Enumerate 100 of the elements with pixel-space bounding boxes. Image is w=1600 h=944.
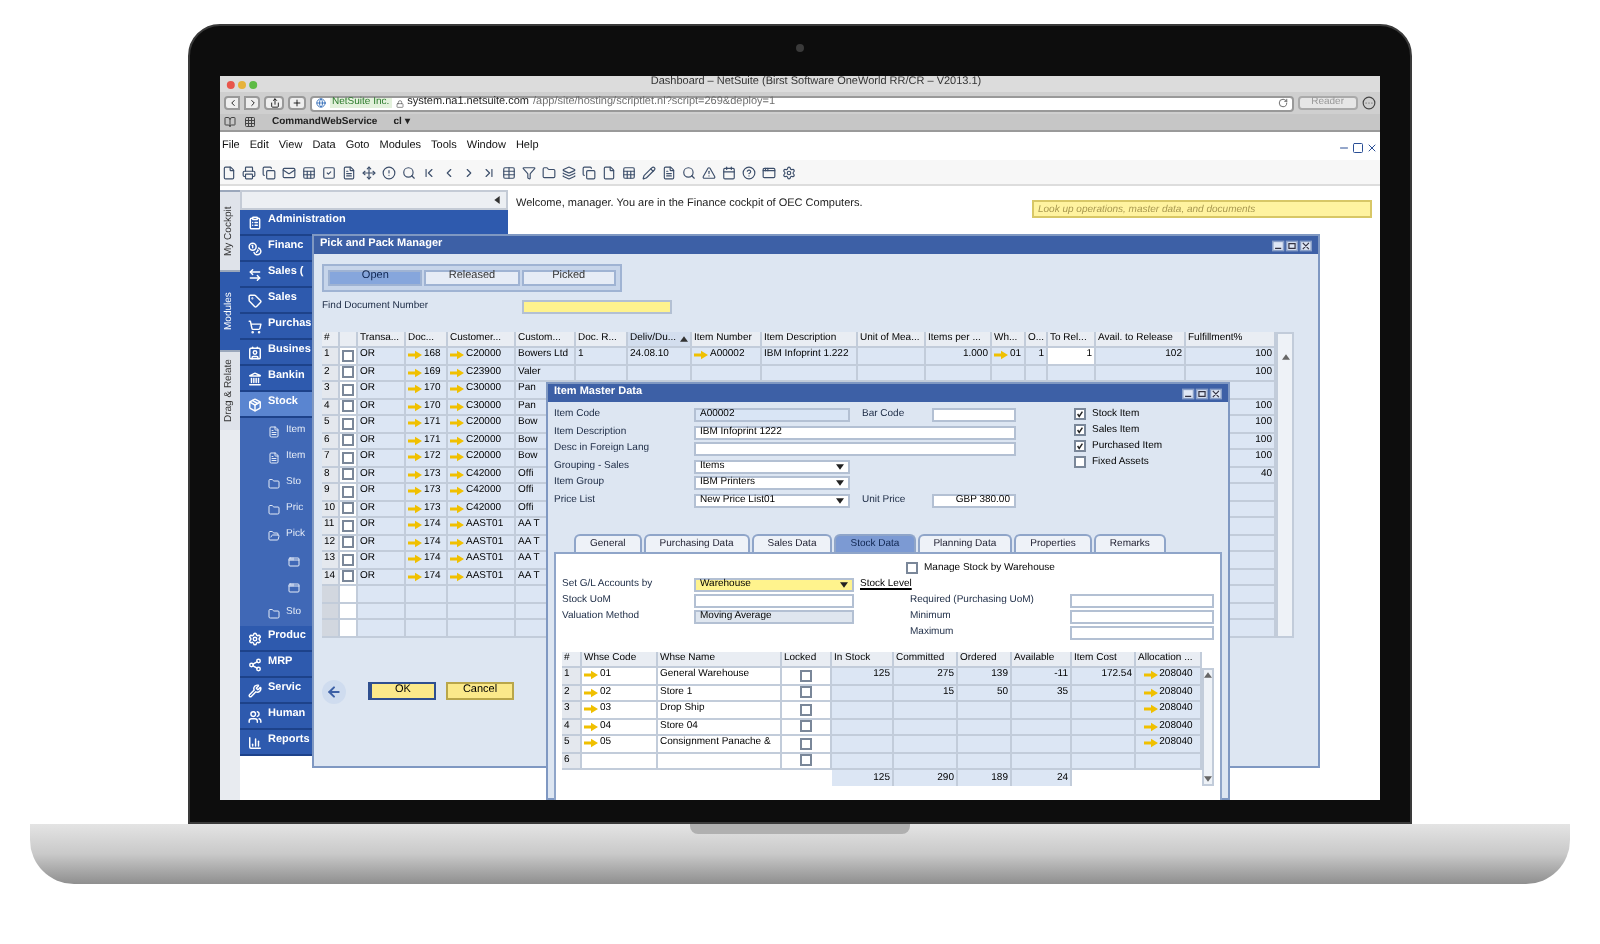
table-cell [406, 620, 448, 637]
search-icon[interactable] [682, 165, 696, 179]
copy-icon[interactable] [582, 165, 596, 179]
move-icon[interactable] [362, 165, 376, 179]
checkbox[interactable] [800, 737, 812, 750]
checkbox[interactable] [800, 669, 812, 682]
checkbox[interactable] [342, 434, 354, 447]
plus-icon [292, 98, 302, 108]
table-cell [858, 348, 926, 365]
checkbox[interactable] [1074, 456, 1086, 469]
new-tab-button[interactable] [288, 96, 306, 110]
folder-icon [268, 529, 280, 541]
forward-button[interactable] [244, 96, 260, 110]
checkbox[interactable] [342, 451, 354, 464]
printer-icon[interactable] [242, 165, 256, 179]
calendar-icon[interactable] [722, 165, 736, 179]
folder-icon[interactable] [542, 165, 556, 179]
spreadsheet-icon[interactable] [622, 165, 636, 179]
first-icon[interactable] [422, 165, 436, 179]
next-icon[interactable] [462, 165, 476, 179]
alert-icon[interactable] [382, 165, 396, 179]
book-icon[interactable] [224, 116, 236, 128]
bar-chart-icon [248, 735, 262, 749]
checkbox[interactable] [342, 536, 354, 549]
box-icon [248, 397, 262, 411]
window-icon [288, 555, 300, 567]
folder-icon [268, 503, 280, 515]
checkbox[interactable] [342, 502, 354, 515]
checkbox[interactable] [1074, 440, 1086, 453]
circle-icon[interactable] [1362, 96, 1376, 110]
caret-icon [840, 581, 848, 587]
bank-icon [248, 371, 262, 385]
cart-icon [248, 319, 262, 333]
clipboard-icon [248, 215, 262, 229]
table-cell [958, 736, 1012, 753]
scrollbar[interactable] [1276, 332, 1294, 637]
input-field[interactable] [1070, 609, 1214, 623]
input-field[interactable] [1070, 625, 1214, 639]
checkbox[interactable] [800, 754, 812, 767]
checkbox-icon[interactable] [322, 165, 336, 179]
maximize-icon[interactable] [1352, 142, 1364, 154]
scroll-down-icon[interactable] [1204, 776, 1212, 782]
table-cell [340, 620, 358, 637]
forward-icon [247, 98, 257, 108]
filter-icon[interactable] [522, 165, 536, 179]
checkbox[interactable] [1074, 408, 1086, 421]
window-controls-icon[interactable] [1182, 387, 1222, 399]
checkbox[interactable] [342, 519, 354, 532]
scroll-up-icon[interactable] [1281, 354, 1289, 360]
input-field[interactable] [694, 593, 854, 607]
pencil-icon[interactable] [642, 165, 656, 179]
caret-icon [836, 463, 844, 470]
page-icon[interactable] [662, 165, 676, 179]
last-icon[interactable] [482, 165, 496, 179]
checkbox[interactable] [800, 686, 812, 699]
document-icon[interactable] [222, 165, 236, 179]
checkbox[interactable] [800, 703, 812, 716]
settings-icon[interactable] [782, 165, 796, 179]
input-field[interactable] [694, 442, 1016, 457]
input-field[interactable] [932, 408, 1016, 423]
collapse-icon[interactable] [494, 196, 500, 204]
scroll-up-icon[interactable] [1204, 672, 1212, 678]
document-icon[interactable] [602, 165, 616, 179]
checkbox[interactable] [906, 562, 918, 574]
checkbox[interactable] [342, 417, 354, 430]
layers-icon[interactable] [562, 165, 576, 179]
copy-icon[interactable] [262, 165, 276, 179]
back-icon [227, 98, 237, 108]
back-button[interactable] [224, 96, 240, 110]
page-icon[interactable] [342, 165, 356, 179]
previous-icon[interactable] [442, 165, 456, 179]
input-field[interactable] [522, 299, 672, 313]
caret-icon [836, 497, 844, 504]
spreadsheet-icon[interactable] [302, 165, 316, 179]
table-cell [894, 736, 958, 753]
checkbox[interactable] [342, 349, 354, 362]
mail-icon[interactable] [282, 165, 296, 179]
tag-icon [248, 293, 262, 307]
checkbox[interactable] [342, 553, 354, 566]
checkbox[interactable] [800, 720, 812, 733]
checkbox[interactable] [342, 366, 354, 379]
close-icon[interactable] [1366, 142, 1378, 154]
checkbox[interactable] [342, 570, 354, 583]
checkbox[interactable] [342, 400, 354, 413]
checkbox[interactable] [342, 468, 354, 481]
input-field[interactable] [1070, 593, 1214, 607]
table-icon[interactable] [502, 165, 516, 179]
share-icon [269, 98, 279, 108]
window-controls-icon[interactable] [1272, 239, 1312, 251]
checkbox[interactable] [342, 383, 354, 396]
checkbox[interactable] [342, 485, 354, 498]
warning-icon[interactable] [702, 165, 716, 179]
reload-icon[interactable] [1277, 98, 1288, 108]
help-icon[interactable] [742, 165, 756, 179]
search-icon[interactable] [402, 165, 416, 179]
share-button[interactable] [264, 96, 284, 110]
window-icon[interactable] [762, 165, 776, 179]
grid-icon[interactable] [244, 116, 256, 128]
checkbox[interactable] [1074, 424, 1086, 437]
scrollbar[interactable] [1202, 668, 1214, 786]
